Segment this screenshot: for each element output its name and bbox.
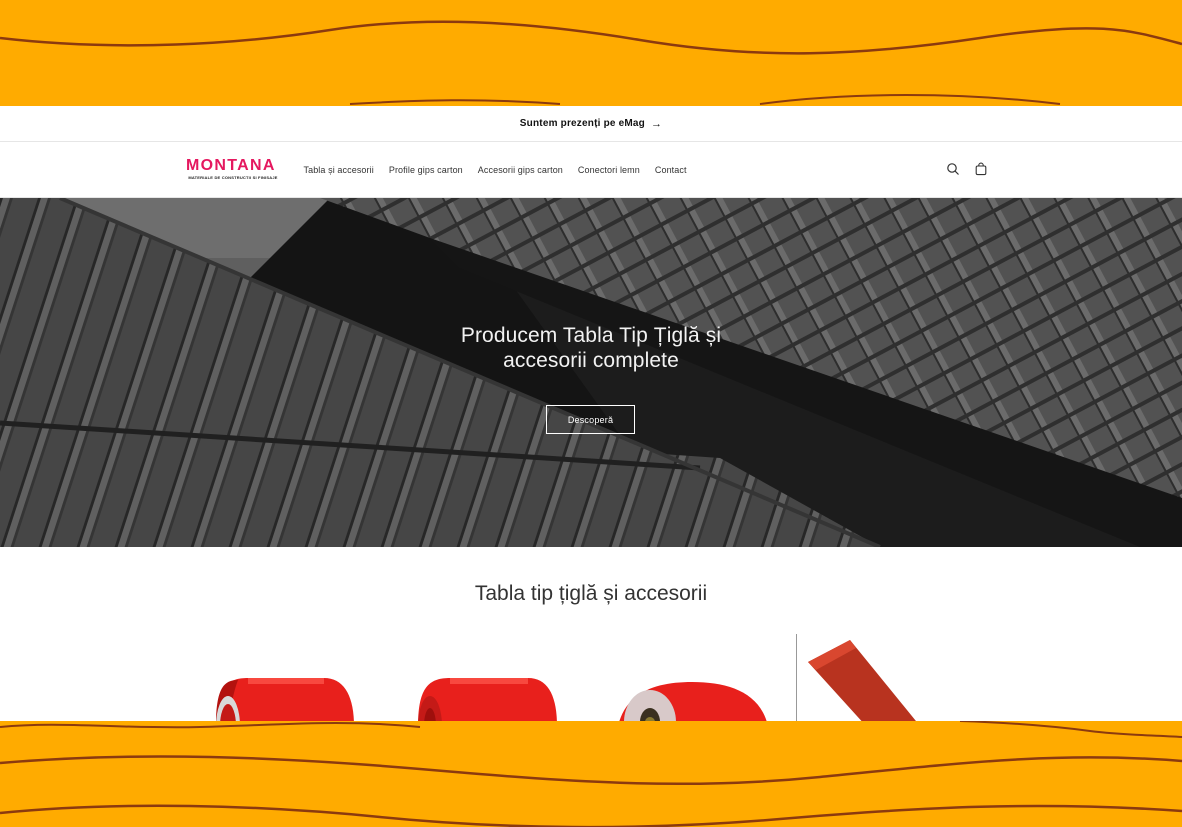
slider-divider (796, 634, 797, 721)
cart-icon[interactable] (974, 162, 988, 176)
decorative-band-bottom (0, 721, 1182, 827)
discover-button[interactable]: Descoperă (546, 405, 635, 434)
nav-item-contact[interactable]: Contact (647, 165, 694, 175)
nav-item-profile-gips[interactable]: Profile gips carton (381, 165, 470, 175)
logo-tagline: MATERIALE DE CONSTRUCTII SI FINISAJE (188, 175, 278, 180)
nav-item-accesorii-gips[interactable]: Accesorii gips carton (470, 165, 570, 175)
product-card-1[interactable] (208, 676, 356, 721)
site-logo[interactable]: MONTANA MATERIALE DE CONSTRUCTII SI FINI… (186, 157, 280, 181)
product-image-flashing (808, 640, 916, 721)
header-icons (946, 162, 988, 176)
webpage: Suntem prezenți pe eMag → MONTANA MATERI… (0, 106, 1182, 721)
product-image-coil-2 (418, 678, 557, 721)
hero-heading-line2: accesorii complete (503, 349, 679, 372)
nav-item-conectori-lemn[interactable]: Conectori lemn (570, 165, 647, 175)
product-card-3[interactable] (616, 678, 770, 721)
decorative-band-top (0, 0, 1182, 106)
site-header: MONTANA MATERIALE DE CONSTRUCTII SI FINI… (0, 142, 1182, 198)
product-card-4[interactable] (806, 640, 926, 721)
product-card-2[interactable] (410, 676, 558, 721)
product-image-coil-3 (619, 682, 767, 721)
search-icon[interactable] (946, 162, 960, 176)
hero-banner: Producem Tabla Tip Țiglă și accesorii co… (0, 198, 1182, 547)
screenshot-frame: Suntem prezenți pe eMag → MONTANA MATERI… (0, 0, 1182, 827)
hero-heading: Producem Tabla Tip Țiglă și accesorii co… (0, 323, 1182, 373)
collection-title: Tabla tip țiglă și accesorii (474, 582, 708, 605)
nav-item-tabla[interactable]: Tabla și accesorii (296, 165, 381, 175)
logo-brand: MONTANA (186, 157, 276, 174)
announcement-text[interactable]: Suntem prezenți pe eMag (520, 118, 645, 129)
hero-heading-line1: Producem Tabla Tip Țiglă și (460, 324, 722, 347)
product-image-coil-1 (216, 678, 354, 721)
main-nav: Tabla și accesorii Profile gips carton A… (296, 142, 694, 198)
product-grid (0, 634, 1182, 721)
arrow-right-icon: → (650, 117, 663, 130)
announcement-bar[interactable]: Suntem prezenți pe eMag → (0, 106, 1182, 142)
